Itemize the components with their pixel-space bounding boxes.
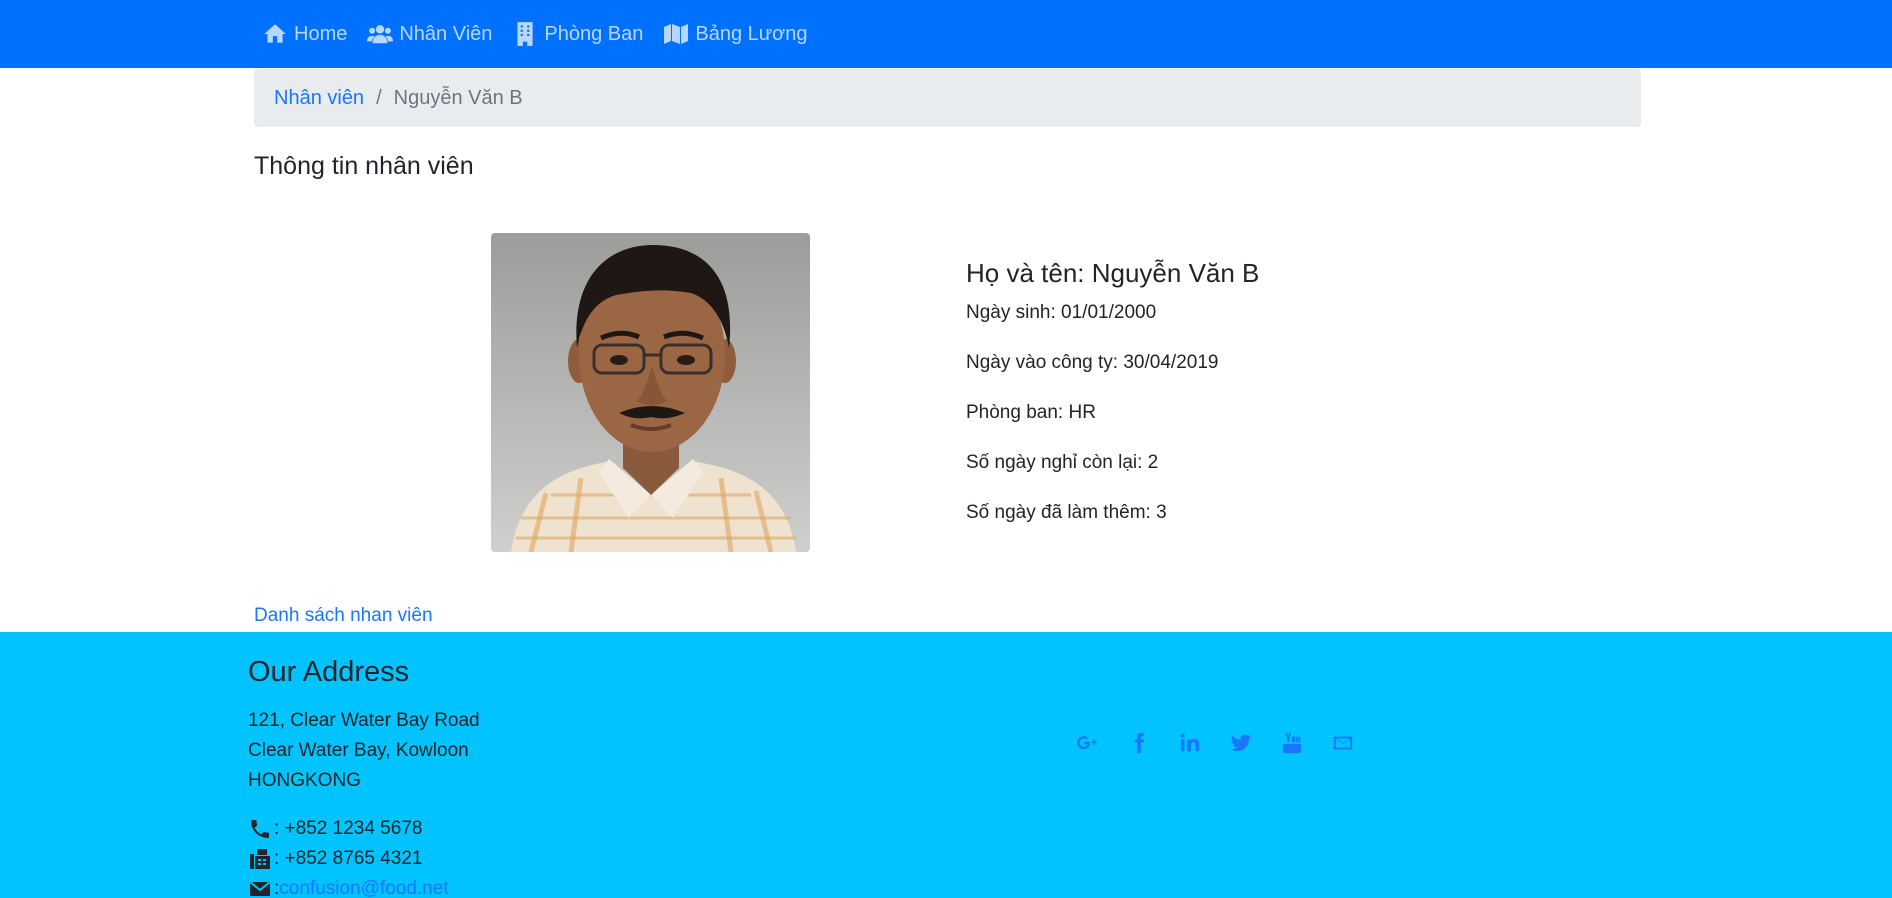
twitter-icon[interactable] [1227, 729, 1255, 757]
email-link[interactable]: confusion@food.net [279, 874, 448, 898]
nav-item-label: Nhân Viên [399, 22, 493, 45]
employee-department: Phòng ban: HR [966, 402, 1096, 423]
envelope-icon [249, 881, 271, 896]
fax-icon [250, 849, 270, 869]
employee-photo-image [491, 233, 810, 552]
address-line: 121, Clear Water Bay Road [248, 710, 480, 731]
address-line: HONGKONG [248, 770, 361, 791]
nav-item-label: Home [294, 22, 348, 45]
employee-name: Họ và tên: Nguyễn Văn B [966, 258, 1260, 288]
nav-item-nhan-vien[interactable]: Nhân Viên [367, 21, 492, 47]
social-links [1074, 729, 1380, 757]
contact-phone: : +852 1234 5678 [248, 814, 449, 844]
footer-address: 121, Clear Water Bay Road Clear Water Ba… [248, 706, 480, 796]
envelope-icon[interactable] [1329, 729, 1357, 757]
employee-photo [491, 233, 810, 552]
employee-dob: Ngày sinh: 01/01/2000 [966, 302, 1157, 323]
contact-fax: : +852 8765 4321 [248, 844, 449, 874]
phone-icon [251, 820, 269, 838]
nav-item-home[interactable]: Home [262, 21, 347, 47]
breadcrumb: Nhân viên / Nguyễn Văn B [254, 69, 1641, 127]
linkedin-icon[interactable] [1176, 729, 1204, 757]
employee-info: Họ và tên: Nguyễn Văn B Ngày sinh: 01/01… [966, 258, 1259, 551]
footer: Our Address 121, Clear Water Bay Road Cl… [0, 632, 1892, 898]
fax-number: : +852 8765 4321 [274, 848, 423, 869]
employee-leave-remaining: Số ngày nghỉ còn lại: 2 [966, 452, 1159, 473]
employee-overtime-days: Số ngày đã làm thêm: 3 [966, 502, 1167, 523]
nav-item-label: Bảng Lương [695, 22, 808, 45]
nav-links: Home Nhân Viên Phòng Ban Bảng Lương [262, 0, 828, 68]
footer-heading: Our Address [248, 656, 410, 688]
contact-email: : confusion@food.net [248, 874, 449, 898]
nav-item-phong-ban[interactable]: Phòng Ban [512, 21, 643, 47]
employee-start-date: Ngày vào công ty: 30/04/2019 [966, 352, 1219, 373]
address-line: Clear Water Bay, Kowloon [248, 740, 469, 761]
phone-number: : +852 1234 5678 [274, 818, 423, 839]
nav-item-label: Phòng Ban [544, 22, 644, 45]
google-plus-icon[interactable] [1074, 729, 1102, 757]
breadcrumb-current: Nguyễn Văn B [393, 86, 523, 109]
home-icon [264, 24, 286, 43]
map-icon [664, 24, 689, 44]
breadcrumb-link-nhan-vien[interactable]: Nhân viên [274, 87, 364, 110]
youtube-icon[interactable] [1278, 729, 1306, 757]
breadcrumb-separator: / [376, 86, 382, 109]
footer-contacts: : +852 1234 5678 : +852 8765 4321 : conf… [248, 814, 449, 898]
nav-item-bang-luong[interactable]: Bảng Lương [663, 21, 808, 47]
page-title: Thông tin nhân viên [254, 152, 474, 180]
building-icon [517, 22, 533, 46]
facebook-icon[interactable] [1125, 729, 1153, 757]
employee-list-link[interactable]: Danh sách nhan viên [254, 605, 433, 627]
navbar: Home Nhân Viên Phòng Ban Bảng Lương [0, 0, 1892, 68]
users-icon [367, 25, 394, 44]
